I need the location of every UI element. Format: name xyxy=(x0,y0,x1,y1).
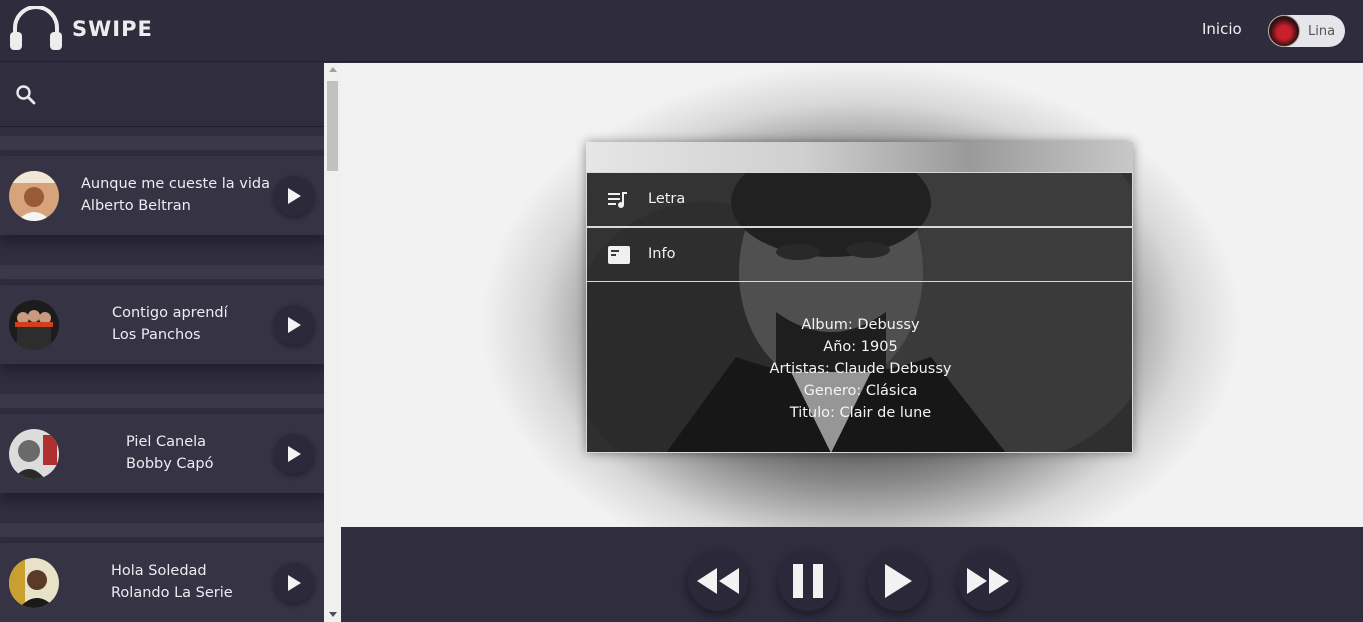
play-button[interactable] xyxy=(274,176,314,216)
song-info: Piel Canela Bobby Capó xyxy=(126,431,214,475)
art-top-band xyxy=(586,142,1133,172)
song-info-panel: Album: Debussy Año: 1905 Artistas: Claud… xyxy=(586,282,1133,453)
play-icon xyxy=(288,575,301,591)
top-bar: SWIPE Inicio Lina xyxy=(0,0,1363,62)
divider xyxy=(0,265,324,279)
scroll-thumb[interactable] xyxy=(327,81,338,171)
player-controls xyxy=(341,527,1363,622)
play-icon xyxy=(288,317,301,333)
scroll-down-arrow-icon[interactable] xyxy=(329,612,337,617)
info-year: Año: 1905 xyxy=(823,339,898,355)
list-item[interactable]: Aunque me cueste la vida Alberto Beltran xyxy=(0,136,324,266)
sidebar-scrollbar[interactable] xyxy=(324,63,341,622)
rewind-icon xyxy=(697,568,739,594)
song-title: Hola Soledad xyxy=(111,563,207,579)
tab-lyrics-label: Letra xyxy=(648,191,686,207)
play-icon xyxy=(885,564,912,598)
song-artist: Bobby Capó xyxy=(126,456,214,472)
divider xyxy=(0,394,324,408)
song-artist: Alberto Beltran xyxy=(81,198,191,214)
app-logo[interactable]: SWIPE xyxy=(8,6,168,52)
list-item[interactable]: Piel Canela Bobby Capó xyxy=(0,394,324,524)
user-name: Lina xyxy=(1308,23,1336,39)
song-title: Aunque me cueste la vida xyxy=(81,176,270,192)
album-cover xyxy=(9,300,59,350)
lyrics-icon xyxy=(608,192,627,208)
tab-info-label: Info xyxy=(648,246,676,262)
search-icon[interactable] xyxy=(15,84,37,106)
pause-icon xyxy=(793,564,823,598)
album-cover xyxy=(9,171,59,221)
divider xyxy=(0,523,324,537)
info-album: Album: Debussy xyxy=(801,317,920,333)
nav-inicio-link[interactable]: Inicio xyxy=(1202,20,1242,38)
song-info: Hola Soledad Rolando La Serie xyxy=(111,560,233,604)
avatar xyxy=(1268,15,1300,47)
info-card-icon xyxy=(608,246,630,264)
list-item[interactable]: Hola Soledad Rolando La Serie xyxy=(0,523,324,622)
tab-info[interactable]: Info xyxy=(586,227,1133,282)
song-sidebar: Aunque me cueste la vida Alberto Beltran xyxy=(0,63,324,622)
svg-text:SWIPE: SWIPE xyxy=(72,17,153,41)
scroll-up-arrow-icon[interactable] xyxy=(329,67,337,72)
album-cover xyxy=(9,558,59,608)
info-genre: Genero: Clásica xyxy=(803,383,918,399)
now-playing-stage: Letra Info Album: Debussy Año: 1905 Arti… xyxy=(341,63,1363,527)
play-icon xyxy=(288,188,301,204)
play-button[interactable] xyxy=(274,434,314,474)
headphones-icon xyxy=(10,6,62,50)
logo-wordmark: SWIPE xyxy=(72,17,153,41)
song-card[interactable]: Contigo aprendí Los Panchos xyxy=(0,285,324,364)
play-icon xyxy=(288,446,301,462)
song-info: Contigo aprendí Los Panchos xyxy=(112,302,228,346)
album-art: Letra Info Album: Debussy Año: 1905 Arti… xyxy=(586,142,1133,453)
search-bar[interactable] xyxy=(0,63,324,127)
user-menu[interactable]: Lina xyxy=(1268,15,1345,47)
pause-button[interactable] xyxy=(778,551,838,611)
song-title: Piel Canela xyxy=(126,434,207,450)
play-main-button[interactable] xyxy=(868,551,928,611)
fast-forward-icon xyxy=(967,568,1009,594)
song-info: Aunque me cueste la vida Alberto Beltran xyxy=(81,173,270,217)
song-card[interactable]: Piel Canela Bobby Capó xyxy=(0,414,324,493)
info-title: Titulo: Clair de lune xyxy=(789,405,932,421)
song-card[interactable]: Hola Soledad Rolando La Serie xyxy=(0,543,324,622)
song-title: Contigo aprendí xyxy=(112,305,228,321)
play-button[interactable] xyxy=(274,305,314,345)
rewind-button[interactable] xyxy=(688,551,748,611)
tab-lyrics[interactable]: Letra xyxy=(586,172,1133,227)
song-artist: Rolando La Serie xyxy=(111,585,233,601)
album-cover xyxy=(9,429,59,479)
info-artists: Artistas: Claude Debussy xyxy=(769,361,952,377)
play-button[interactable] xyxy=(274,563,314,603)
fast-forward-button[interactable] xyxy=(958,551,1018,611)
list-item[interactable]: Contigo aprendí Los Panchos xyxy=(0,265,324,395)
song-card[interactable]: Aunque me cueste la vida Alberto Beltran xyxy=(0,156,324,235)
song-artist: Los Panchos xyxy=(112,327,201,343)
divider xyxy=(0,136,324,150)
